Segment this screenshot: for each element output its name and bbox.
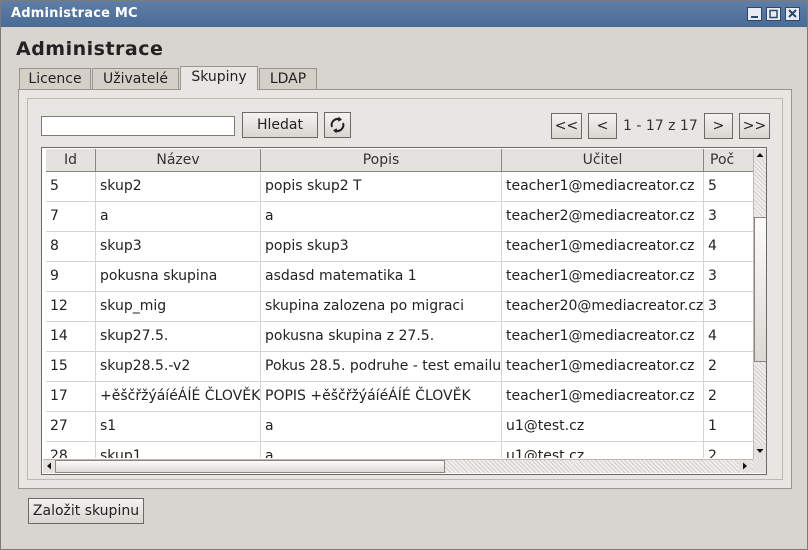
window-title: Administrace MC (11, 6, 138, 21)
cell-nazev: s1 (96, 412, 261, 441)
cell-popis: pokusna skupina z 27.5. (261, 322, 502, 351)
cell-nazev: skup_mig (96, 292, 261, 321)
cell-id: 14 (46, 322, 96, 351)
column-header-id[interactable]: Id (46, 149, 96, 171)
cell-popis: a (261, 442, 502, 458)
cell-nazev: skup2 (96, 172, 261, 201)
table-row[interactable]: 5 skup2 popis skup2 Tteacher1@mediacreator… (46, 172, 756, 202)
page-title: Administrace (16, 38, 164, 60)
tab-uzivatele[interactable]: Uživatelé (92, 68, 179, 89)
table-header: Id Název Popis Učitel Poč (46, 149, 764, 172)
table-row[interactable]: 28 skup1 a u1@test.cz 2 (46, 442, 756, 458)
cell-pocet: 1 (708, 418, 717, 434)
table-row[interactable]: 15 skup28.5.-v2 Pokus 28.5. podruhe - test… (46, 352, 756, 382)
cell-id: 9 (46, 262, 96, 291)
cell-popis: popis skup2 T (261, 172, 502, 201)
cell-popis: asdasd matematika 1 (261, 262, 502, 291)
cell-id: 15 (46, 352, 96, 381)
cell-nazev: pokusna skupina (96, 262, 261, 291)
cell-popis: POPIS +ěščřžýáíéÁÍÉ ČLOVĚK (261, 382, 502, 411)
cell-nazev: a (96, 202, 261, 231)
table-row[interactable]: 7 a a teacher2@mediacreator.cz 3 (46, 202, 756, 232)
prev-page-button[interactable]: < (588, 113, 617, 139)
cell-popis: a (261, 412, 502, 441)
cell-nazev: skup3 (96, 232, 261, 261)
cell-ucitel: u1@test.cz (502, 412, 704, 441)
cell-pocet: 3 (708, 268, 717, 284)
tab-ldap[interactable]: LDAP (259, 68, 317, 89)
refresh-icon (330, 116, 345, 134)
cell-id: 5 (46, 172, 96, 201)
cell-ucitel: teacher1@mediacreator.cz (502, 232, 704, 261)
cell-nazev: skup27.5. (96, 322, 261, 351)
next-page-button[interactable]: > (704, 113, 733, 139)
table-row[interactable]: 12 skup_mig skupina zalozena po migraci tea… (46, 292, 756, 322)
column-header-ucitel[interactable]: Učitel (502, 149, 704, 171)
groups-table: Id Název Popis Učitel Poč 5 skup2 popis sk… (41, 147, 767, 475)
pager-info: 1 - 17 z 17 (623, 118, 698, 134)
column-header-popis[interactable]: Popis (261, 149, 502, 171)
cell-nazev: skup28.5.-v2 (96, 352, 261, 381)
table-row[interactable]: 9 pokusna skupina asdasd matematika 1 teach… (46, 262, 756, 292)
cell-id: 27 (46, 412, 96, 441)
tab-skupiny[interactable]: Skupiny (180, 66, 258, 90)
cell-popis: skupina zalozena po migraci (261, 292, 502, 321)
cell-ucitel: teacher1@mediacreator.cz (502, 262, 704, 291)
maximize-icon[interactable] (766, 7, 781, 21)
cell-id: 17 (46, 382, 96, 411)
last-page-button[interactable]: >> (739, 113, 770, 139)
cell-pocet: 5 (708, 178, 717, 194)
scroll-right-icon[interactable] (739, 460, 751, 472)
horizontal-scrollbar[interactable] (43, 459, 753, 473)
cell-ucitel: teacher20@mediacreator.cz (502, 292, 704, 321)
cell-ucitel: teacher1@mediacreator.cz (502, 382, 704, 411)
cell-pocet: 3 (708, 208, 717, 224)
column-header-nazev[interactable]: Název (96, 149, 261, 171)
app-window: Administrace MC Administrace Licence Uži… (0, 0, 808, 550)
scroll-left-icon[interactable] (43, 460, 55, 472)
table-row[interactable]: 14 skup27.5. pokusna skupina z 27.5. teache… (46, 322, 756, 352)
cell-ucitel: teacher2@mediacreator.cz (502, 202, 704, 231)
first-page-button[interactable]: << (551, 113, 582, 139)
cell-ucitel: teacher1@mediacreator.cz (502, 172, 704, 201)
cell-ucitel: teacher1@mediacreator.cz (502, 322, 704, 351)
table-body: 5 skup2 popis skup2 Tteacher1@mediacreator… (46, 172, 756, 458)
tab-licence[interactable]: Licence (19, 68, 91, 89)
cell-ucitel: u1@test.cz (502, 442, 704, 458)
vertical-scrollbar[interactable] (753, 149, 766, 459)
cell-nazev: +ěščřžýáíéÁÍÉ ČLOVĚK (96, 382, 261, 411)
scrollbar-corner (753, 459, 766, 473)
cell-id: 7 (46, 202, 96, 231)
table-row[interactable]: 8 skup3 popis skup3 teacher1@mediacreator.c… (46, 232, 756, 262)
cell-popis: Pokus 28.5. podruhe - test emailu (261, 352, 502, 381)
cell-nazev: skup1 (96, 442, 261, 458)
table-row[interactable]: 27 s1 a u1@test.cz 1 (46, 412, 756, 442)
title-bar[interactable]: Administrace MC (1, 1, 807, 27)
refresh-button[interactable] (324, 112, 351, 138)
close-icon[interactable] (785, 7, 800, 21)
cell-pocet: 2 (708, 358, 717, 374)
create-group-button[interactable]: Založit skupinu (28, 498, 144, 524)
scroll-down-icon[interactable] (754, 445, 766, 457)
cell-popis: a (261, 202, 502, 231)
scroll-up-icon[interactable] (754, 149, 766, 161)
cell-id: 28 (46, 442, 96, 458)
cell-ucitel: teacher1@mediacreator.cz (502, 352, 704, 381)
cell-id: 12 (46, 292, 96, 321)
vertical-scroll-thumb[interactable] (754, 217, 766, 362)
cell-pocet: 3 (708, 298, 717, 314)
horizontal-scroll-thumb[interactable] (55, 460, 445, 473)
cell-pocet: 4 (708, 328, 717, 344)
cell-id: 8 (46, 232, 96, 261)
minimize-icon[interactable] (747, 7, 762, 21)
cell-popis: popis skup3 (261, 232, 502, 261)
search-input[interactable] (41, 116, 235, 136)
cell-pocet: 2 (708, 388, 717, 404)
cell-pocet: 4 (708, 238, 717, 254)
table-row[interactable]: 17 +ěščřžýáíéÁÍÉ ČLOVĚK POPIS +ěščřžýáíéÁÍ… (46, 382, 756, 412)
search-button[interactable]: Hledat (242, 112, 318, 138)
cell-pocet: 2 (708, 448, 717, 458)
